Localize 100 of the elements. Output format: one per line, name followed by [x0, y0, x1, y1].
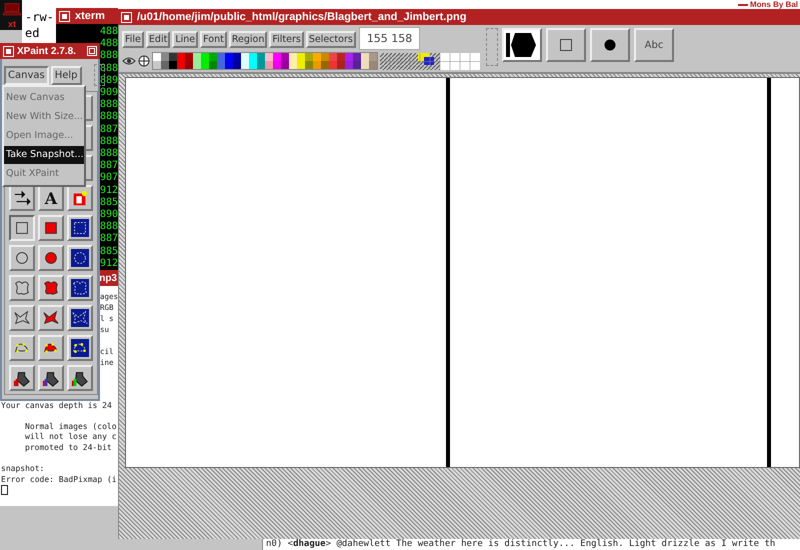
eye-icon[interactable] [122, 56, 136, 66]
color-swatch[interactable] [369, 53, 377, 61]
color-swatch[interactable] [289, 53, 297, 61]
color-swatch[interactable] [201, 61, 209, 69]
color-swatch[interactable] [225, 61, 233, 69]
color-swatch[interactable] [177, 53, 185, 61]
color-swatch[interactable] [337, 61, 345, 69]
color-swatch[interactable] [241, 61, 249, 69]
terminal-text: will not lose any c [24, 432, 118, 442]
color-swatch[interactable] [281, 53, 289, 61]
menu-button[interactable]: Edit [146, 30, 170, 48]
menu-button[interactable]: Selectors [306, 30, 356, 48]
color-swatch[interactable] [225, 53, 233, 61]
menu-button[interactable]: Help [50, 66, 82, 84]
color-swatch[interactable] [361, 61, 369, 69]
tool-button[interactable]: A [38, 185, 64, 211]
color-swatch[interactable] [153, 53, 161, 61]
color-swatch[interactable] [329, 61, 337, 69]
color-swatch[interactable] [257, 61, 265, 69]
hexagon-icon [506, 31, 538, 59]
color-swatch[interactable] [321, 61, 329, 69]
color-swatch[interactable] [169, 61, 177, 69]
color-swatch[interactable] [265, 61, 273, 69]
color-swatch[interactable] [249, 53, 257, 61]
color-swatch[interactable] [217, 53, 225, 61]
color-swatch[interactable] [217, 61, 225, 69]
menu-button[interactable]: Region [228, 30, 268, 48]
color-swatch[interactable] [281, 61, 289, 69]
brush-button[interactable] [546, 28, 586, 62]
brush-button[interactable] [502, 28, 542, 62]
window-menu-icon[interactable] [121, 12, 132, 22]
color-swatch[interactable] [369, 61, 377, 69]
color-swatch[interactable] [297, 61, 305, 69]
terminal-text: 889 [100, 74, 118, 88]
color-swatch[interactable] [289, 61, 297, 69]
maximize-icon[interactable] [87, 46, 97, 56]
arrow-icon [13, 189, 31, 207]
color-swatch[interactable] [313, 61, 321, 69]
color-swatch[interactable] [345, 53, 353, 61]
terminal-desktop-icon[interactable]: xt [0, 0, 24, 30]
color-swatch[interactable] [313, 53, 321, 61]
color-swatch[interactable] [353, 61, 361, 69]
terminal-text: 890 [100, 209, 118, 222]
brush-button[interactable] [590, 28, 630, 62]
color-swatch[interactable] [297, 53, 305, 61]
menu-item[interactable]: Take Snapshot... [4, 146, 84, 164]
drawing-canvas[interactable] [125, 77, 800, 468]
menu-button[interactable]: Font [200, 30, 227, 48]
color-swatch[interactable] [249, 61, 257, 69]
terminal-text: 888 [100, 221, 118, 234]
terminal-text: Error code: BadPixmap (i [0, 474, 118, 485]
color-swatch[interactable] [193, 61, 201, 69]
color-swatch[interactable] [233, 53, 241, 61]
color-swatch[interactable] [265, 53, 273, 61]
color-swatch[interactable] [169, 53, 177, 61]
pattern-swatches-drawing[interactable] [380, 52, 480, 70]
color-swatch[interactable] [201, 53, 209, 61]
color-swatch[interactable] [177, 61, 185, 69]
color-swatch[interactable] [337, 53, 345, 61]
color-swatch[interactable] [257, 53, 265, 61]
brush-button[interactable]: Abc [634, 28, 674, 62]
color-swatch[interactable] [273, 61, 281, 69]
terminal-text: 887 [100, 160, 118, 172]
color-swatch[interactable] [241, 53, 249, 61]
menu-button[interactable]: Filters [269, 30, 304, 48]
crosshair-icon[interactable] [138, 55, 150, 67]
color-swatch[interactable] [305, 53, 313, 61]
color-swatch[interactable] [153, 61, 161, 69]
color-swatch[interactable] [193, 53, 201, 61]
menu-button[interactable]: File [122, 30, 144, 48]
color-swatch[interactable] [361, 53, 369, 61]
color-swatch[interactable] [161, 53, 169, 61]
square-icon [560, 39, 572, 51]
color-swatch[interactable] [353, 53, 361, 61]
color-swatch[interactable] [329, 53, 337, 61]
window-menu-icon[interactable] [3, 46, 14, 56]
color-swatch[interactable] [273, 53, 281, 61]
menu-button[interactable]: Canvas [4, 66, 49, 84]
spray-can-icon [71, 369, 89, 387]
spray-can-icon [42, 369, 60, 387]
terminal-text: 888 [100, 50, 118, 63]
color-swatch[interactable] [209, 53, 217, 61]
color-swatch[interactable] [185, 53, 193, 61]
color-swatch[interactable] [161, 61, 169, 69]
menu-button[interactable]: Line [172, 30, 198, 48]
color-swatch[interactable] [185, 61, 193, 69]
window-menu-icon[interactable] [59, 10, 70, 22]
terminal-text: 488 [100, 38, 118, 50]
filled-polygon-icon [42, 309, 60, 327]
tool-button[interactable] [9, 215, 35, 241]
window-title: xterm [75, 10, 105, 22]
color-swatch[interactable] [233, 61, 241, 69]
shape-fill-icon [71, 189, 89, 207]
color-swatch[interactable] [345, 61, 353, 69]
circle-icon [13, 249, 31, 267]
color-swatch[interactable] [209, 61, 217, 69]
color-swatch[interactable] [305, 61, 313, 69]
color-swatch[interactable] [321, 53, 329, 61]
terminal-text: 888 [100, 99, 118, 112]
terminal-text: 888 [100, 111, 118, 124]
